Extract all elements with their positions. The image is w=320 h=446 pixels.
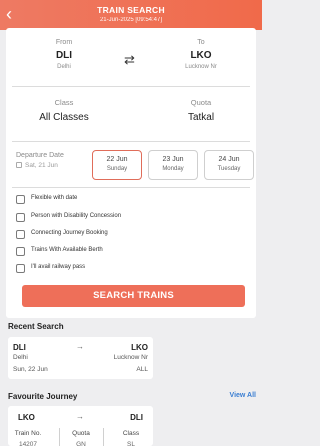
date-option-day: Sunday [106, 166, 128, 172]
recent-search-card[interactable]: DLI → LKO Delhi Lucknow Nr Sun, 22 Jun A… [8, 337, 153, 379]
divider [12, 187, 250, 188]
to-code: LKO [190, 50, 212, 61]
option-label: I'll avail railway pass [31, 264, 86, 270]
checkbox[interactable] [16, 264, 25, 273]
to-station[interactable]: To LKO Lucknow Nr [161, 39, 241, 70]
search-form: From DLI Delhi ⇄ To LKO Lucknow Nr Class… [6, 28, 256, 318]
divider [59, 428, 60, 446]
divider [103, 428, 104, 446]
date-option-3[interactable]: 24 Jun Tuesday [204, 150, 254, 180]
class-label: Class [122, 430, 140, 437]
class-value: All Classes [39, 112, 89, 123]
date-option-date: 22 Jun [106, 156, 128, 163]
app-header: ‹ TRAIN SEARCH 21-Jun-2025 [09:54:47] [0, 0, 262, 30]
swap-arrows-icon[interactable]: ⇄ [124, 52, 135, 68]
recent-class: ALL [136, 366, 148, 373]
checkbox[interactable] [16, 230, 25, 239]
option-label: Trains With Available Berth [31, 247, 103, 253]
date-option-day: Monday [162, 166, 184, 172]
to-label: To [197, 39, 205, 46]
calendar-icon [16, 162, 22, 168]
view-all-link[interactable]: View All [230, 392, 256, 399]
arrow-right-icon: → [76, 342, 84, 351]
from-label: From [55, 39, 73, 46]
class-selector[interactable]: Class All Classes [24, 98, 104, 123]
search-trains-button[interactable]: SEARCH TRAINS [22, 285, 245, 307]
train-no-value: 14207 [18, 441, 38, 446]
quota-selector[interactable]: Quota Tatkal [161, 98, 241, 123]
fav-to-code: DLI [130, 413, 143, 422]
to-name: Lucknow Nr [185, 64, 217, 70]
date-option-1[interactable]: 22 Jun Sunday [92, 150, 142, 180]
option-label: Flexible with date [31, 195, 78, 201]
class-value: SL [127, 441, 135, 446]
checkbox[interactable] [16, 213, 25, 222]
recent-search-title: Recent Search [8, 322, 64, 331]
departure-value[interactable]: Sat, 21 Jun [16, 162, 58, 169]
date-option-day: Tuesday [217, 166, 241, 172]
class-label: Class [54, 98, 74, 107]
checkbox[interactable] [16, 195, 25, 204]
option-label: Person with Disability Concession [31, 213, 122, 219]
arrow-right-icon: → [76, 412, 84, 421]
from-code: DLI [55, 50, 73, 61]
from-station[interactable]: From DLI Delhi [24, 39, 104, 70]
checkbox[interactable] [16, 247, 25, 256]
recent-from-name: Delhi [13, 354, 28, 361]
fav-from-code: LKO [18, 413, 35, 422]
recent-date: Sun, 22 Jun [13, 366, 48, 373]
quota-value: Tatkal [187, 112, 215, 123]
departure-date-text: Sat, 21 Jun [25, 162, 58, 169]
quota-label: Quota [190, 98, 212, 107]
recent-to-code: LKO [131, 343, 148, 352]
date-option-date: 23 Jun [162, 156, 184, 163]
date-option-2[interactable]: 23 Jun Monday [148, 150, 198, 180]
favourite-journey-card[interactable]: LKO → DLI Train No. Quota Class 14207 GN… [8, 406, 153, 446]
train-no-label: Train No. [14, 430, 42, 437]
recent-from-code: DLI [13, 343, 26, 352]
quota-value: GN [76, 441, 86, 446]
date-option-date: 24 Jun [218, 156, 240, 163]
divider [12, 86, 250, 87]
departure-label: Departure Date [16, 152, 64, 159]
from-name: Delhi [57, 64, 71, 70]
page-subtitle-datetime: 21-Jun-2025 [09:54:47] [99, 17, 163, 23]
favourite-journey-title: Favourite Journey [8, 392, 78, 401]
recent-to-name: Lucknow Nr [113, 354, 148, 361]
quota-label: Quota [72, 430, 90, 437]
option-label: Connecting Journey Booking [31, 230, 108, 236]
page-title: TRAIN SEARCH [97, 5, 165, 15]
divider [12, 141, 250, 142]
